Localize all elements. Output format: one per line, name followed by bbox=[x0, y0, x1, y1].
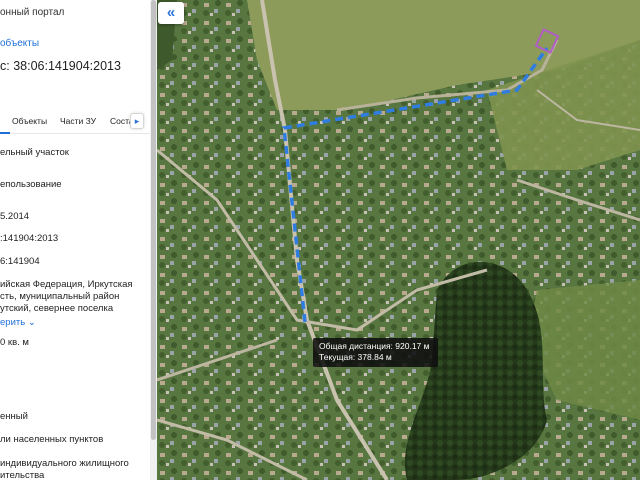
double-chevron-left-icon: « bbox=[166, 4, 176, 21]
field-cadastral-number: :141904:2013 bbox=[0, 233, 59, 244]
expand-address-link[interactable]: ерить ⌄ bbox=[0, 317, 36, 328]
map-imagery bbox=[157, 0, 640, 480]
sidebar-scrollbar[interactable] bbox=[150, 0, 157, 480]
field-land-use: епользование bbox=[0, 179, 62, 190]
chevron-right-icon: ▸ bbox=[134, 116, 140, 126]
back-to-objects-link[interactable]: объекты bbox=[0, 38, 39, 50]
portal-title: онный портал bbox=[0, 7, 65, 18]
field-status: енный bbox=[0, 411, 28, 422]
active-tab-indicator bbox=[0, 132, 10, 134]
satellite-map[interactable] bbox=[157, 0, 640, 480]
scrollbar-thumb[interactable] bbox=[151, 0, 156, 440]
tab-objects[interactable]: Объекты bbox=[12, 116, 47, 126]
field-land-category: ли населенных пунктов bbox=[0, 434, 104, 445]
field-object-type: ельный участок bbox=[0, 147, 69, 158]
field-permitted-use-cont: ительства bbox=[0, 470, 45, 480]
distance-tooltip: Общая дистанция: 920.17 м Текущая: 378.8… bbox=[313, 338, 438, 367]
field-registration-date: 5.2014 bbox=[0, 211, 30, 222]
total-distance-label: Общая дистанция: 920.17 м bbox=[319, 341, 430, 351]
field-cadastral-quarter: 6:141904 bbox=[0, 256, 40, 267]
collapse-sidebar-button[interactable]: « bbox=[158, 2, 184, 24]
current-distance-label: Текущая: 378.84 м bbox=[319, 352, 392, 362]
sidebar-panel: онный портал объекты с: 38:06:141904:201… bbox=[0, 0, 150, 480]
cadastral-number-title: с: 38:06:141904:2013 bbox=[0, 59, 121, 73]
tabs-scroll-right-button[interactable]: ▸ bbox=[130, 113, 144, 129]
tab-bar: Объекты Части ЗУ Соста bbox=[0, 108, 150, 134]
field-address: ийская Федерация, Иркутская сть, муницип… bbox=[0, 279, 133, 314]
tab-land-parts[interactable]: Части ЗУ bbox=[60, 116, 96, 126]
field-permitted-use: индивидуального жилищного bbox=[0, 458, 129, 469]
field-area: 0 кв. м bbox=[0, 337, 29, 348]
